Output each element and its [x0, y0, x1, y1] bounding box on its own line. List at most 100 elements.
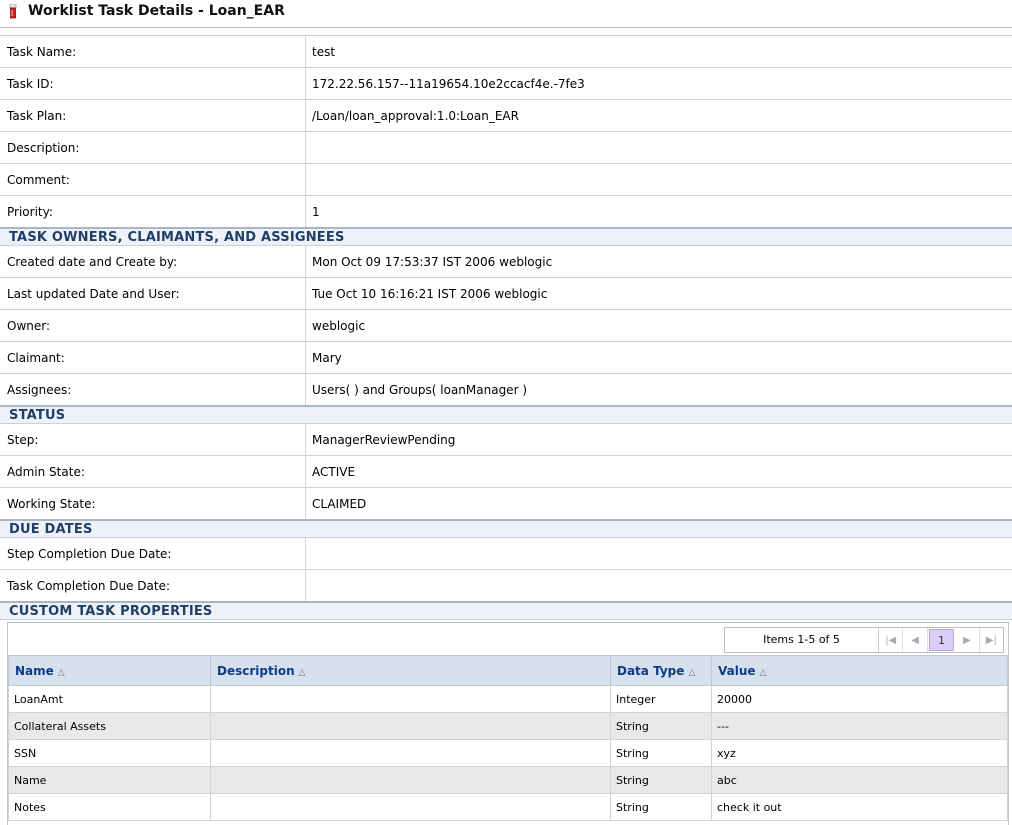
table-row: Collateral Assets String ---: [9, 713, 1008, 740]
claimant-label: Claimant:: [0, 342, 306, 374]
pager: Items 1-5 of 5 |◀ ◀ 1 ▶ ▶|: [724, 627, 1004, 653]
task-name-label: Task Name:: [0, 36, 306, 68]
working-state-value: CLAIMED: [306, 488, 1012, 521]
cell-value: 20000: [712, 686, 1008, 713]
created-row: Created date and Create by: Mon Oct 09 1…: [0, 246, 1012, 278]
pager-info: Items 1-5 of 5: [725, 628, 879, 652]
admin-state-row: Admin State: ACTIVE: [0, 456, 1012, 488]
task-plan-row: Task Plan: /Loan/loan_approval:1.0:Loan_…: [0, 100, 1012, 132]
step-due-row: Step Completion Due Date:: [0, 538, 1012, 570]
task-name-value: test: [306, 36, 1012, 68]
first-page-icon[interactable]: |◀: [879, 628, 903, 652]
prev-page-icon[interactable]: ◀: [903, 628, 927, 652]
created-value: Mon Oct 09 17:53:37 IST 2006 weblogic: [306, 246, 1012, 278]
cell-name: Name: [9, 767, 211, 794]
description-value: [306, 132, 1012, 164]
claimant-value: Mary: [306, 342, 1012, 374]
step-label: Step:: [0, 424, 306, 456]
custom-properties-section-title: CUSTOM TASK PROPERTIES: [0, 602, 1012, 620]
column-header-description[interactable]: Description △: [211, 656, 611, 686]
column-header-value-label: Value: [718, 664, 756, 678]
table-row: Notes String check it out: [9, 794, 1008, 821]
owner-label: Owner:: [0, 310, 306, 342]
cell-value: check it out: [712, 794, 1008, 821]
task-due-row: Task Completion Due Date:: [0, 570, 1012, 603]
column-header-name-label: Name: [15, 664, 54, 678]
task-due-label: Task Completion Due Date:: [0, 570, 306, 603]
assignees-label: Assignees:: [0, 374, 306, 407]
updated-value: Tue Oct 10 16:16:21 IST 2006 weblogic: [306, 278, 1012, 310]
task-id-row: Task ID: 172.22.56.157--11a19654.10e2cca…: [0, 68, 1012, 100]
updated-row: Last updated Date and User: Tue Oct 10 1…: [0, 278, 1012, 310]
cell-data-type: String: [611, 713, 712, 740]
priority-label: Priority:: [0, 196, 306, 229]
column-header-name[interactable]: Name △: [9, 656, 211, 686]
column-header-data-type-label: Data Type: [617, 664, 684, 678]
column-header-data-type[interactable]: Data Type △: [611, 656, 712, 686]
flashlight-icon: [9, 4, 17, 19]
cell-data-type: Integer: [611, 686, 712, 713]
description-row: Description:: [0, 132, 1012, 164]
task-id-label: Task ID:: [0, 68, 306, 100]
admin-state-value: ACTIVE: [306, 456, 1012, 488]
task-id-value: 172.22.56.157--11a19654.10e2ccacf4e.-7fe…: [306, 68, 1012, 100]
page-number-button[interactable]: 1: [929, 629, 954, 651]
created-label: Created date and Create by:: [0, 246, 306, 278]
status-section-title: STATUS: [0, 406, 1012, 424]
cell-description: [211, 794, 611, 821]
cell-value: xyz: [712, 740, 1008, 767]
step-due-label: Step Completion Due Date:: [0, 538, 306, 570]
due-dates-section-header: DUE DATES: [0, 520, 1012, 538]
page-title: Worklist Task Details - Loan_EAR: [28, 3, 285, 19]
cell-name: SSN: [9, 740, 211, 767]
task-plan-label: Task Plan:: [0, 100, 306, 132]
cell-description: [211, 713, 611, 740]
task-name-row: Task Name: test: [0, 36, 1012, 68]
admin-state-label: Admin State:: [0, 456, 306, 488]
comment-value: [306, 164, 1012, 196]
task-details-table: Task Name: test Task ID: 172.22.56.157--…: [0, 35, 1012, 620]
table-header-row: Name △ Description △ Data Type △ Value △: [9, 656, 1008, 686]
cell-name: Collateral Assets: [9, 713, 211, 740]
cell-description: [211, 686, 611, 713]
assignees-value: Users( ) and Groups( loanManager ): [306, 374, 1012, 407]
table-row: LoanAmt Integer 20000: [9, 686, 1008, 713]
sort-ascending-icon[interactable]: △: [688, 668, 695, 678]
sort-ascending-icon[interactable]: △: [58, 668, 65, 678]
description-label: Description:: [0, 132, 306, 164]
comment-row: Comment:: [0, 164, 1012, 196]
cell-description: [211, 767, 611, 794]
status-section-header: STATUS: [0, 406, 1012, 424]
working-state-label: Working State:: [0, 488, 306, 521]
owner-value: weblogic: [306, 310, 1012, 342]
cell-data-type: String: [611, 740, 712, 767]
cell-data-type: String: [611, 767, 712, 794]
table-row: Name String abc: [9, 767, 1008, 794]
priority-value: 1: [306, 196, 1012, 229]
cell-name: LoanAmt: [9, 686, 211, 713]
step-value: ManagerReviewPending: [306, 424, 1012, 456]
step-due-value: [306, 538, 1012, 570]
task-due-value: [306, 570, 1012, 603]
table-row: SSN String xyz: [9, 740, 1008, 767]
column-header-description-label: Description: [217, 664, 295, 678]
owners-section-title: TASK OWNERS, CLAIMANTS, AND ASSIGNEES: [0, 228, 1012, 246]
claimant-row: Claimant: Mary: [0, 342, 1012, 374]
priority-row: Priority: 1: [0, 196, 1012, 229]
custom-properties-panel: Items 1-5 of 5 |◀ ◀ 1 ▶ ▶| Name △ Descrip…: [7, 622, 1009, 825]
sort-ascending-icon[interactable]: △: [760, 668, 767, 678]
next-page-icon[interactable]: ▶: [955, 628, 979, 652]
cell-data-type: String: [611, 794, 712, 821]
sort-ascending-icon[interactable]: △: [299, 668, 306, 678]
assignees-row: Assignees: Users( ) and Groups( loanMana…: [0, 374, 1012, 407]
owner-row: Owner: weblogic: [0, 310, 1012, 342]
updated-label: Last updated Date and User:: [0, 278, 306, 310]
custom-properties-section-header: CUSTOM TASK PROPERTIES: [0, 602, 1012, 620]
last-page-icon[interactable]: ▶|: [980, 628, 1003, 652]
working-state-row: Working State: CLAIMED: [0, 488, 1012, 521]
cell-name: Notes: [9, 794, 211, 821]
page-header: Worklist Task Details - Loan_EAR: [0, 0, 1012, 28]
column-header-value[interactable]: Value △: [712, 656, 1008, 686]
cell-value: abc: [712, 767, 1008, 794]
step-row: Step: ManagerReviewPending: [0, 424, 1012, 456]
